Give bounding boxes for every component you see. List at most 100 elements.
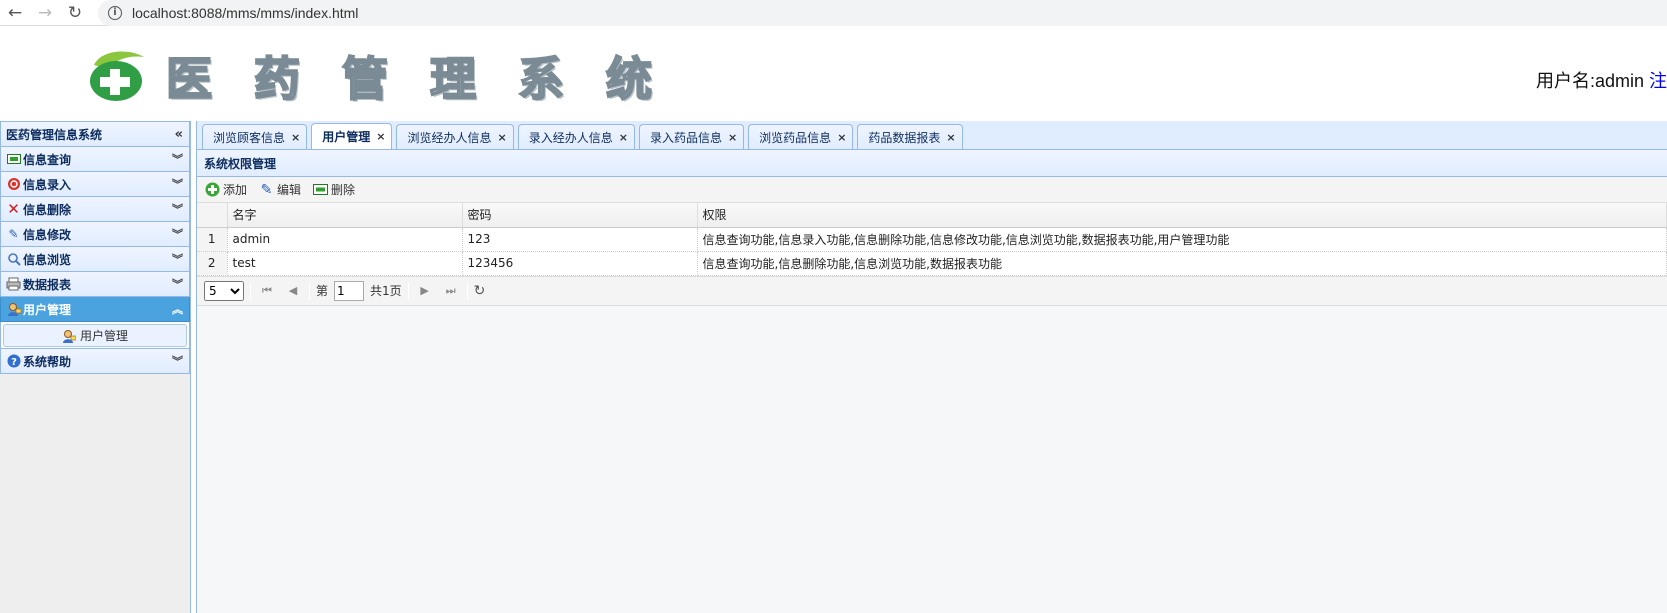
- cell-name: test: [227, 251, 463, 276]
- close-icon[interactable]: ×: [837, 131, 846, 144]
- separator: [407, 281, 409, 300]
- table-header-row: 名字 密码 权限: [197, 203, 1667, 228]
- chevron-down-icon: ︾: [172, 203, 183, 216]
- sidebar-item-entry[interactable]: 信息录入 ︾: [0, 172, 190, 197]
- site-info-icon[interactable]: i: [108, 5, 122, 20]
- tab-bar: 浏览顾客信息 × 用户管理 × 浏览经办人信息 × 录入经办人信息 × 录入药品…: [197, 121, 1667, 150]
- tab-label: 用户管理: [322, 130, 371, 144]
- sidebar-item-query[interactable]: 信息查询 ︾: [0, 147, 190, 172]
- query-icon: [6, 152, 21, 167]
- url-text[interactable]: localhost:8088/mms/mms/index.html: [132, 5, 358, 21]
- table-row[interactable]: 2 test 123456 信息查询功能,信息删除功能,信息浏览功能,数据报表功…: [197, 251, 1667, 276]
- remove-icon: [313, 182, 329, 197]
- reload-icon[interactable]: ↻: [60, 0, 90, 26]
- delete-icon: ✕: [7, 200, 20, 218]
- entry-icon: [6, 177, 21, 192]
- title-char: 理: [429, 51, 477, 107]
- chevron-up-icon: ︽: [172, 303, 183, 316]
- title-char: 医: [165, 51, 213, 107]
- column-header-password[interactable]: 密码: [462, 203, 698, 228]
- sidebar-item-label: 用户管理: [23, 302, 72, 317]
- sub-item-user-management[interactable]: 用户管理: [3, 324, 187, 347]
- svg-text:?: ?: [11, 357, 17, 368]
- sidebar-item-help[interactable]: ? 系统帮助 ︾: [0, 349, 190, 374]
- row-number: 1: [197, 227, 228, 252]
- column-header-permissions[interactable]: 权限: [697, 203, 1667, 228]
- tab-browse-customers[interactable]: 浏览顾客信息 ×: [202, 124, 308, 149]
- help-icon: ?: [6, 354, 21, 369]
- rownum-header: [197, 203, 228, 228]
- sidebar-item-user-management[interactable]: 用户管理 ︽: [0, 297, 190, 322]
- close-icon[interactable]: ×: [291, 131, 300, 144]
- cell-password: 123: [462, 227, 698, 252]
- next-page-icon[interactable]: ▶: [415, 284, 435, 297]
- cell-permissions: 信息查询功能,信息录入功能,信息删除功能,信息修改功能,信息浏览功能,数据报表功…: [697, 227, 1667, 252]
- edit-button[interactable]: ✎ 编辑: [259, 181, 301, 198]
- chevron-down-icon: ︾: [172, 355, 183, 368]
- title-char: 药: [253, 51, 301, 107]
- separator: [466, 281, 468, 300]
- main-content: 浏览顾客信息 × 用户管理 × 浏览经办人信息 × 录入经办人信息 × 录入药品…: [196, 121, 1667, 613]
- pencil-icon: ✎: [260, 181, 273, 198]
- page-prefix: 第: [316, 284, 329, 298]
- sidebar-item-edit[interactable]: ✎ 信息修改 ︾: [0, 222, 190, 247]
- chevron-down-icon: ︾: [172, 228, 183, 241]
- username-label: 用户名:admin: [1535, 71, 1644, 91]
- tab-browse-agents[interactable]: 浏览经办人信息 ×: [396, 124, 514, 149]
- sidebar-item-delete[interactable]: ✕ 信息删除 ︾: [0, 197, 190, 222]
- sub-item-label: 用户管理: [79, 329, 128, 343]
- edit-icon: ✎: [8, 227, 19, 241]
- app-header: 医 药 管 理 系 统 用户名:admin 注: [0, 27, 1667, 119]
- edit-label: 编辑: [277, 183, 302, 197]
- browse-icon: [6, 252, 21, 267]
- sidebar: 医药管理信息系统 « 信息查询 ︾ 信息录入 ︾ ✕ 信息删除 ︾ ✎ 信息修改: [0, 121, 191, 613]
- close-icon[interactable]: ×: [728, 131, 737, 144]
- logo-icon: [86, 49, 148, 103]
- tab-entry-agents[interactable]: 录入经办人信息 ×: [517, 124, 635, 149]
- system-title: 医 药 管 理 系 统: [165, 43, 653, 109]
- last-page-icon[interactable]: ⏭: [441, 284, 461, 298]
- page-number-input[interactable]: [334, 280, 365, 301]
- user-icon: [62, 328, 77, 343]
- page-size-select[interactable]: 5: [204, 280, 244, 301]
- refresh-icon[interactable]: ↻: [474, 283, 486, 299]
- close-icon[interactable]: ×: [946, 131, 955, 144]
- address-bar[interactable]: i localhost:8088/mms/mms/index.html: [98, 0, 1667, 26]
- sidebar-item-browse[interactable]: 信息浏览 ︾: [0, 247, 190, 272]
- sidebar-item-report[interactable]: 数据报表 ︾: [0, 272, 190, 297]
- tab-browse-drugs[interactable]: 浏览药品信息 ×: [748, 124, 854, 149]
- delete-button[interactable]: 删除: [313, 181, 355, 198]
- tab-entry-drugs[interactable]: 录入药品信息 ×: [638, 124, 745, 149]
- user-info: 用户名:admin 注: [1536, 67, 1667, 93]
- cell-permissions: 信息查询功能,信息删除功能,信息浏览功能,数据报表功能: [697, 251, 1667, 276]
- title-char: 管: [341, 51, 389, 107]
- tab-drug-report[interactable]: 药品数据报表 ×: [857, 124, 963, 149]
- first-page-icon[interactable]: ⏮: [257, 284, 277, 298]
- sidebar-item-label: 信息修改: [23, 227, 72, 242]
- close-icon[interactable]: ×: [497, 131, 506, 144]
- add-label: 添加: [223, 183, 248, 197]
- tab-label: 浏览经办人信息: [407, 130, 492, 145]
- back-arrow-icon[interactable]: ←: [0, 0, 30, 26]
- panel-title: 系统权限管理: [197, 150, 1667, 177]
- table-row[interactable]: 1 admin 123 信息查询功能,信息录入功能,信息删除功能,信息修改功能,…: [197, 227, 1667, 252]
- pagination-bar: 5 ⏮ ◀ 第 共1页 ▶ ⏭ ↻: [197, 275, 1667, 306]
- user-management-panel: 用户管理: [0, 322, 190, 349]
- grid-toolbar: 添加 ✎ 编辑 删除: [197, 177, 1667, 203]
- chevron-down-icon: ︾: [172, 153, 183, 166]
- tab-user-management[interactable]: 用户管理 ×: [311, 123, 393, 149]
- add-button[interactable]: 添加: [205, 181, 247, 198]
- user-table: 名字 密码 权限 1 admin 123 信息查询功能,信息录入功能,信息删除功…: [197, 203, 1667, 276]
- logo: 医 药 管 理 系 统: [86, 43, 653, 109]
- forward-arrow-icon[interactable]: →: [30, 0, 60, 26]
- close-icon[interactable]: ×: [376, 130, 385, 143]
- logout-link[interactable]: 注: [1649, 71, 1667, 91]
- collapse-sidebar-icon[interactable]: «: [175, 127, 183, 142]
- tab-label: 药品数据报表: [868, 130, 941, 145]
- cell-password: 123456: [462, 251, 698, 276]
- prev-page-icon[interactable]: ◀: [283, 284, 303, 297]
- close-icon[interactable]: ×: [619, 131, 628, 144]
- column-header-name[interactable]: 名字: [227, 203, 463, 228]
- separator: [250, 281, 251, 300]
- browser-toolbar: ← → ↻ i localhost:8088/mms/mms/index.htm…: [0, 0, 1667, 26]
